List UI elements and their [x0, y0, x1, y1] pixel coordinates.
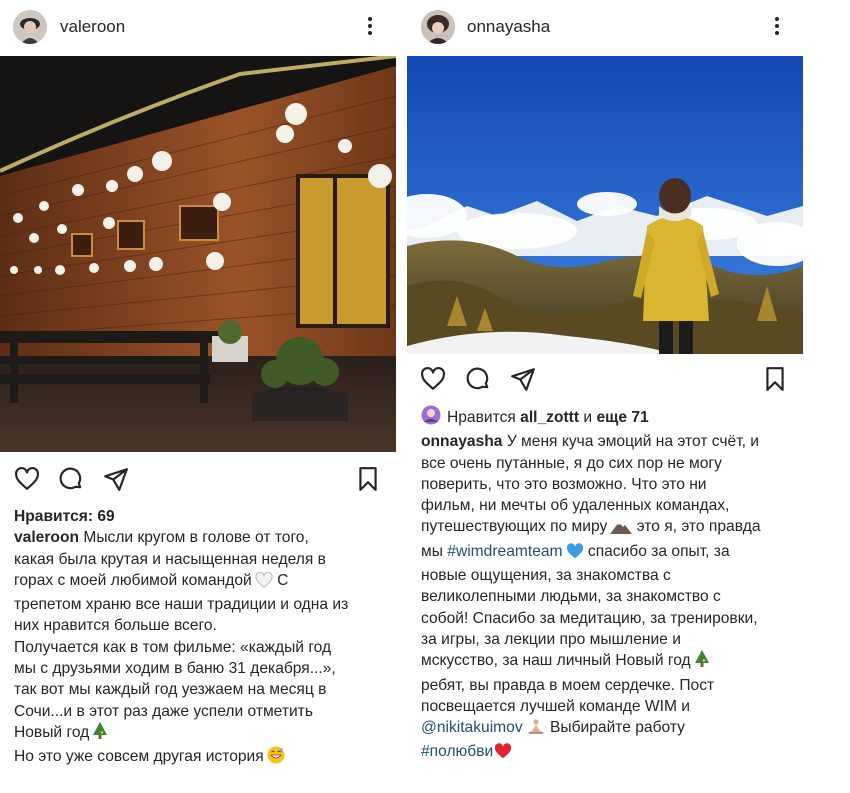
post-header: valeroon	[0, 0, 400, 56]
caption-text: все очень путанные, я до сих пор не могу	[421, 454, 722, 472]
post-actions	[0, 466, 396, 500]
share-icon[interactable]	[510, 366, 536, 392]
tree-emoji	[92, 721, 108, 746]
caption-text: С	[277, 571, 289, 589]
likes-mid: и	[583, 409, 593, 426]
comment-icon[interactable]	[58, 466, 84, 492]
caption-text: путешествующих по миру	[421, 518, 608, 536]
caption-text: Получается как в том фильме: «каждый год	[14, 638, 332, 656]
caption-text: посвещается лучшей команде WIM и	[421, 697, 690, 715]
mention-link[interactable]: @nikitakuimov	[421, 719, 523, 736]
grin-emoji	[267, 746, 285, 770]
caption-text: Выбирайте работу	[549, 719, 685, 737]
post-header: onnayasha	[407, 0, 850, 56]
post-photo-terrace[interactable]	[0, 56, 396, 452]
post-username[interactable]: valeroon	[60, 17, 125, 37]
heart-icon[interactable]	[420, 366, 446, 392]
caption-text: мскусство, за наш личный Новый год	[421, 652, 691, 670]
caption-text: собой! Спасибо за медитацию, за трениров…	[421, 609, 758, 627]
tree-emoji	[694, 650, 710, 674]
red-heart-emoji	[494, 743, 512, 765]
caption-text: Но это уже совсем другая история	[14, 748, 264, 766]
share-icon[interactable]	[103, 466, 129, 492]
caption-text: Новый год	[14, 723, 90, 741]
more-icon[interactable]	[771, 17, 783, 39]
blue-heart-emoji	[566, 543, 584, 565]
caption-text: за игры, за лекции про мышление и	[421, 630, 681, 648]
post-onnayasha: onnayasha Нравится all_zottt и еще 71 on…	[407, 0, 850, 760]
caption-username[interactable]: valeroon	[14, 529, 79, 546]
post-caption: Нравится all_zottt и еще 71 onnayasha У …	[421, 405, 849, 766]
caption-text: У меня куча эмоций на этот счёт, и	[506, 433, 759, 451]
caption-text: горах с моей любимой командой	[14, 571, 252, 589]
caption-text: фильм, ни мечты об удаленных командах,	[421, 497, 730, 515]
caption-text: поверить, что это возможно. Что это ни	[421, 475, 707, 493]
heart-icon[interactable]	[14, 466, 40, 492]
hashtag-link[interactable]: #wimdreamteam	[447, 543, 562, 560]
caption-username[interactable]: onnayasha	[421, 433, 502, 450]
post-caption: Нравится: 69 valeroon Мысли кругом в гол…	[14, 506, 398, 771]
post-username[interactable]: onnayasha	[467, 17, 550, 37]
caption-text: мы с друзьями ходим в баню 31 декабря...…	[14, 660, 336, 678]
mountain-emoji	[610, 519, 633, 540]
bookmark-icon[interactable]	[762, 366, 788, 392]
bookmark-icon[interactable]	[355, 466, 381, 492]
liker-username[interactable]: all_zottt	[520, 409, 579, 426]
caption-text: какая была крутая и насыщенная неделя в	[14, 550, 326, 568]
likes-prefix: Нравится	[447, 409, 516, 426]
post-photo-mountains[interactable]	[407, 56, 803, 354]
likes-row: Нравится all_zottt и еще 71	[421, 405, 849, 431]
caption-text: них нравится больше всего.	[14, 617, 217, 635]
avatar[interactable]	[421, 10, 455, 44]
caption-text: великолепными людьми, за знакомство с	[421, 588, 721, 606]
caption-text: Мысли кругом в голове от того,	[83, 529, 309, 547]
caption-text: это я, это правда	[636, 518, 761, 536]
comment-icon[interactable]	[465, 366, 491, 392]
likes-others[interactable]: еще 71	[596, 409, 648, 426]
caption-text: мы	[421, 542, 443, 560]
post-actions	[407, 366, 803, 400]
caption-text: трепетом храню все наши традиции и одна …	[14, 596, 349, 614]
caption-text: новые ощущения, за знакомства с	[421, 567, 671, 585]
hashtag-link[interactable]: #полюбви	[421, 743, 493, 760]
liker-avatar[interactable]	[421, 405, 441, 431]
caption-text: так вот мы каждый год уезжаем на месяц в	[14, 681, 327, 699]
more-icon[interactable]	[364, 17, 376, 39]
avatar[interactable]	[13, 10, 47, 44]
caption-text: Сочи...и в этот раз даже успели отметить	[14, 702, 313, 720]
caption-text: ребят, вы правда в моем сердечке. Пост	[421, 676, 715, 694]
meditation-emoji	[526, 719, 546, 741]
caption-text: спасибо за опыт, за	[587, 542, 730, 560]
white-heart-emoji	[255, 571, 273, 594]
likes-count[interactable]: Нравится: 69	[14, 506, 398, 527]
post-valeroon: valeroon Нравится: 69 valeroon Мысли кру…	[0, 0, 400, 765]
